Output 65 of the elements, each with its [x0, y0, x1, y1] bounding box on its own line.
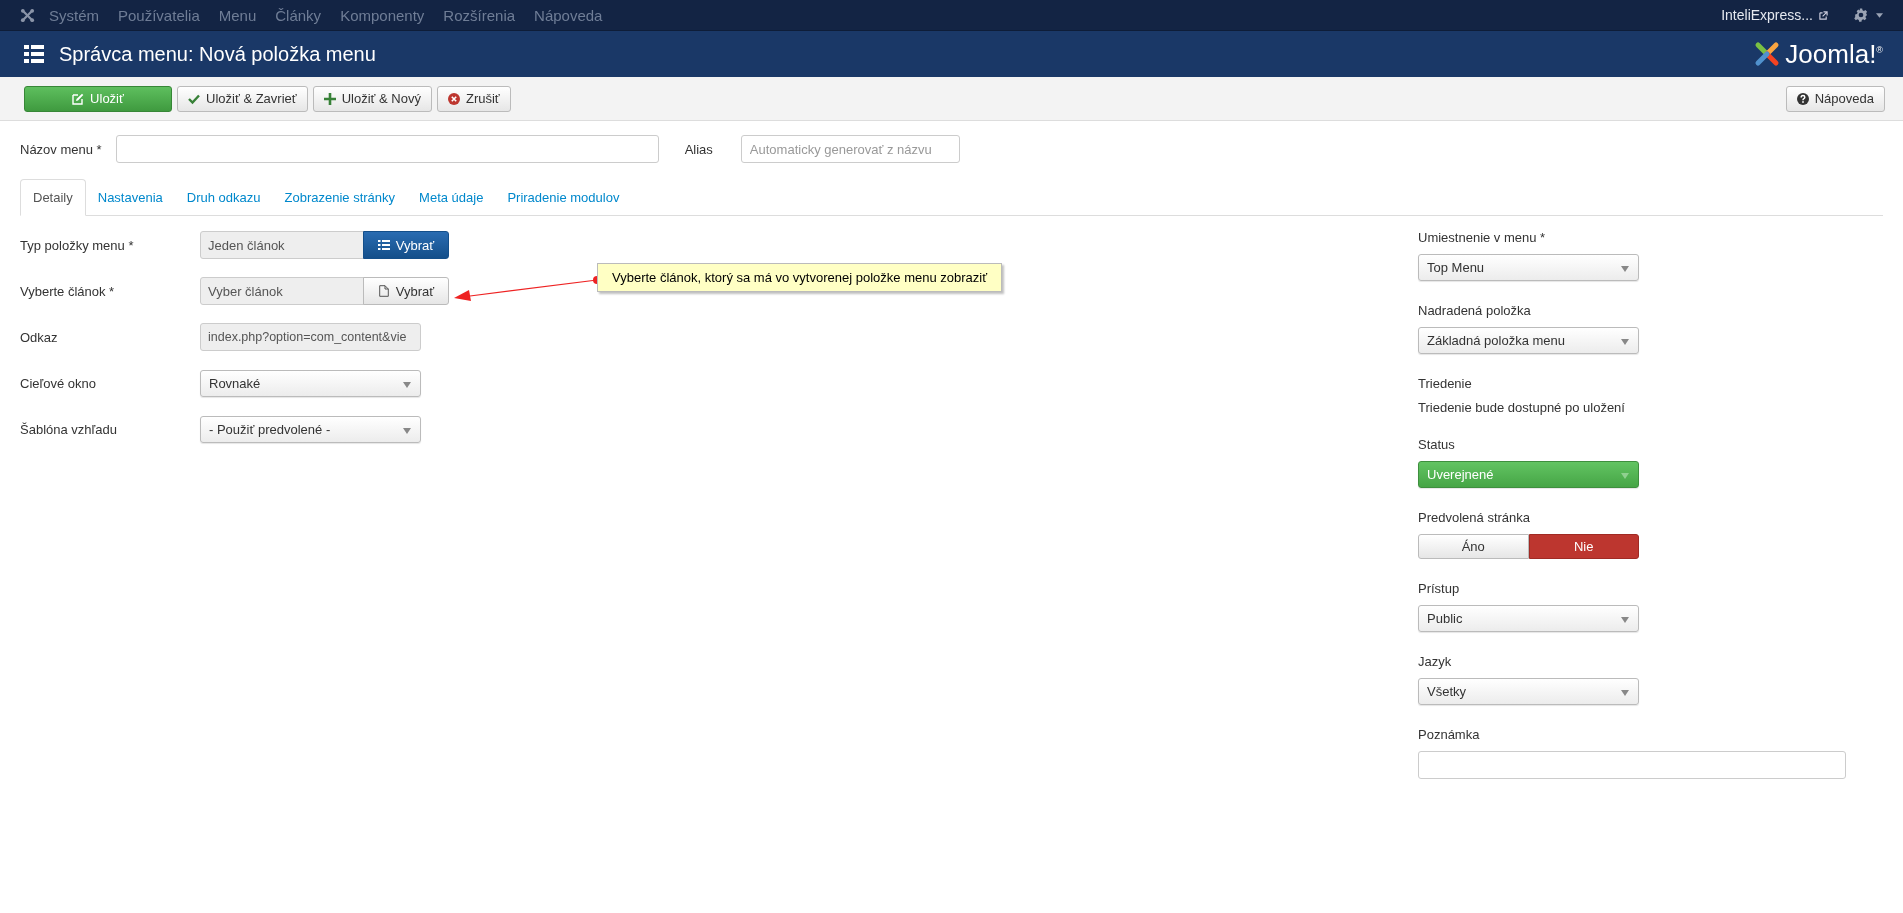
close-icon	[447, 92, 460, 105]
field-label: Šablóna vzhľadu	[20, 421, 119, 437]
top-menu-item[interactable]: Systém	[49, 6, 99, 24]
field-label: Typ položky menu *	[20, 237, 135, 253]
readonly-field: Vyber článok	[200, 277, 364, 305]
file-icon	[377, 285, 390, 297]
field-label: Alias	[684, 141, 713, 157]
ordering-note: Triedenie bude dostupné po uložení	[1418, 400, 1626, 415]
field-label: Status	[1418, 437, 1456, 452]
tab[interactable]: Detaily	[20, 179, 86, 216]
tab[interactable]: Meta údaje	[407, 180, 496, 215]
field-label: Predvolená stránka	[1418, 510, 1531, 525]
help-icon	[1796, 92, 1809, 105]
cancel-button[interactable]: Zrušiť	[436, 85, 511, 112]
top-menu-item[interactable]: Používatelia	[118, 6, 200, 24]
tab[interactable]: Priradenie modulov	[495, 180, 632, 215]
logo-text: Joomla!$^{®}$	[1785, 38, 1883, 70]
top-menu-item[interactable]: Komponenty	[340, 6, 425, 24]
field-label: Nadradená položka	[1418, 303, 1532, 318]
callout-note: Vyberte článok, ktorý sa má vo vytvorenej položke menu zobraziť	[597, 263, 1003, 292]
select-button[interactable]: Vybrať	[363, 277, 449, 305]
select-field[interactable]: Základná položka menu	[1418, 327, 1639, 354]
select-field[interactable]: Rovnaké	[200, 369, 421, 397]
select-field[interactable]: Public	[1418, 605, 1639, 632]
plus-icon	[323, 92, 336, 105]
save-button[interactable]: Uložiť & Nový	[312, 85, 432, 112]
field-label: Poznámka	[1418, 727, 1481, 742]
edit-icon	[72, 92, 85, 105]
tab[interactable]: Nastavenia	[85, 180, 175, 215]
top-menu-item[interactable]: Články	[275, 6, 322, 24]
select-button[interactable]: Vybrať	[363, 231, 449, 259]
field-label: Triedenie	[1418, 376, 1473, 391]
alias-field[interactable]: Automaticky generovať z názvu	[740, 135, 960, 163]
field-label: Názov menu *	[20, 141, 102, 157]
help-button[interactable]: Nápoveda	[1785, 85, 1885, 112]
page-title: Správca menu: Nová položka menu	[59, 42, 376, 66]
save-button[interactable]: Uložiť & Zavrieť	[177, 85, 308, 112]
field-label: Umiestnenie v menu *	[1418, 230, 1547, 245]
top-menu-item[interactable]: Nápoveda	[534, 6, 603, 24]
select-field[interactable]: - Použiť predvolené -	[200, 415, 421, 443]
toggle-option[interactable]: Nie	[1528, 534, 1639, 559]
field-label: Vyberte článok *	[20, 283, 116, 299]
name-field[interactable]	[115, 135, 659, 163]
tab[interactable]: Druh odkazu	[174, 180, 273, 215]
joomla-icon[interactable]	[20, 7, 35, 23]
list-icon	[377, 239, 390, 251]
top-menu-item[interactable]: Menu	[218, 6, 257, 24]
tab[interactable]: Zobrazenie stránky	[272, 180, 408, 215]
field-label: Prístup	[1418, 581, 1461, 596]
settings-icon[interactable]	[1854, 8, 1868, 22]
list-icon	[24, 45, 44, 63]
toggle-option[interactable]: Áno	[1418, 534, 1529, 559]
field-label: Odkaz	[20, 329, 59, 345]
select-field[interactable]: Všetky	[1418, 678, 1639, 705]
readonly-field: Jeden článok	[200, 231, 364, 259]
select-field[interactable]: Top Menu	[1418, 254, 1639, 281]
check-icon	[188, 92, 200, 105]
field-label: Jazyk	[1418, 654, 1453, 669]
site-link[interactable]: InteliExpress...	[1721, 7, 1813, 23]
external-link-icon	[1819, 10, 1828, 20]
top-menu-item[interactable]: Rozšírenia	[443, 6, 516, 24]
note-field[interactable]	[1418, 751, 1846, 779]
link-field: index.php?option=com_content&vie	[200, 323, 421, 351]
field-label: Cieľové okno	[20, 375, 98, 391]
caret-icon[interactable]	[1876, 12, 1883, 18]
